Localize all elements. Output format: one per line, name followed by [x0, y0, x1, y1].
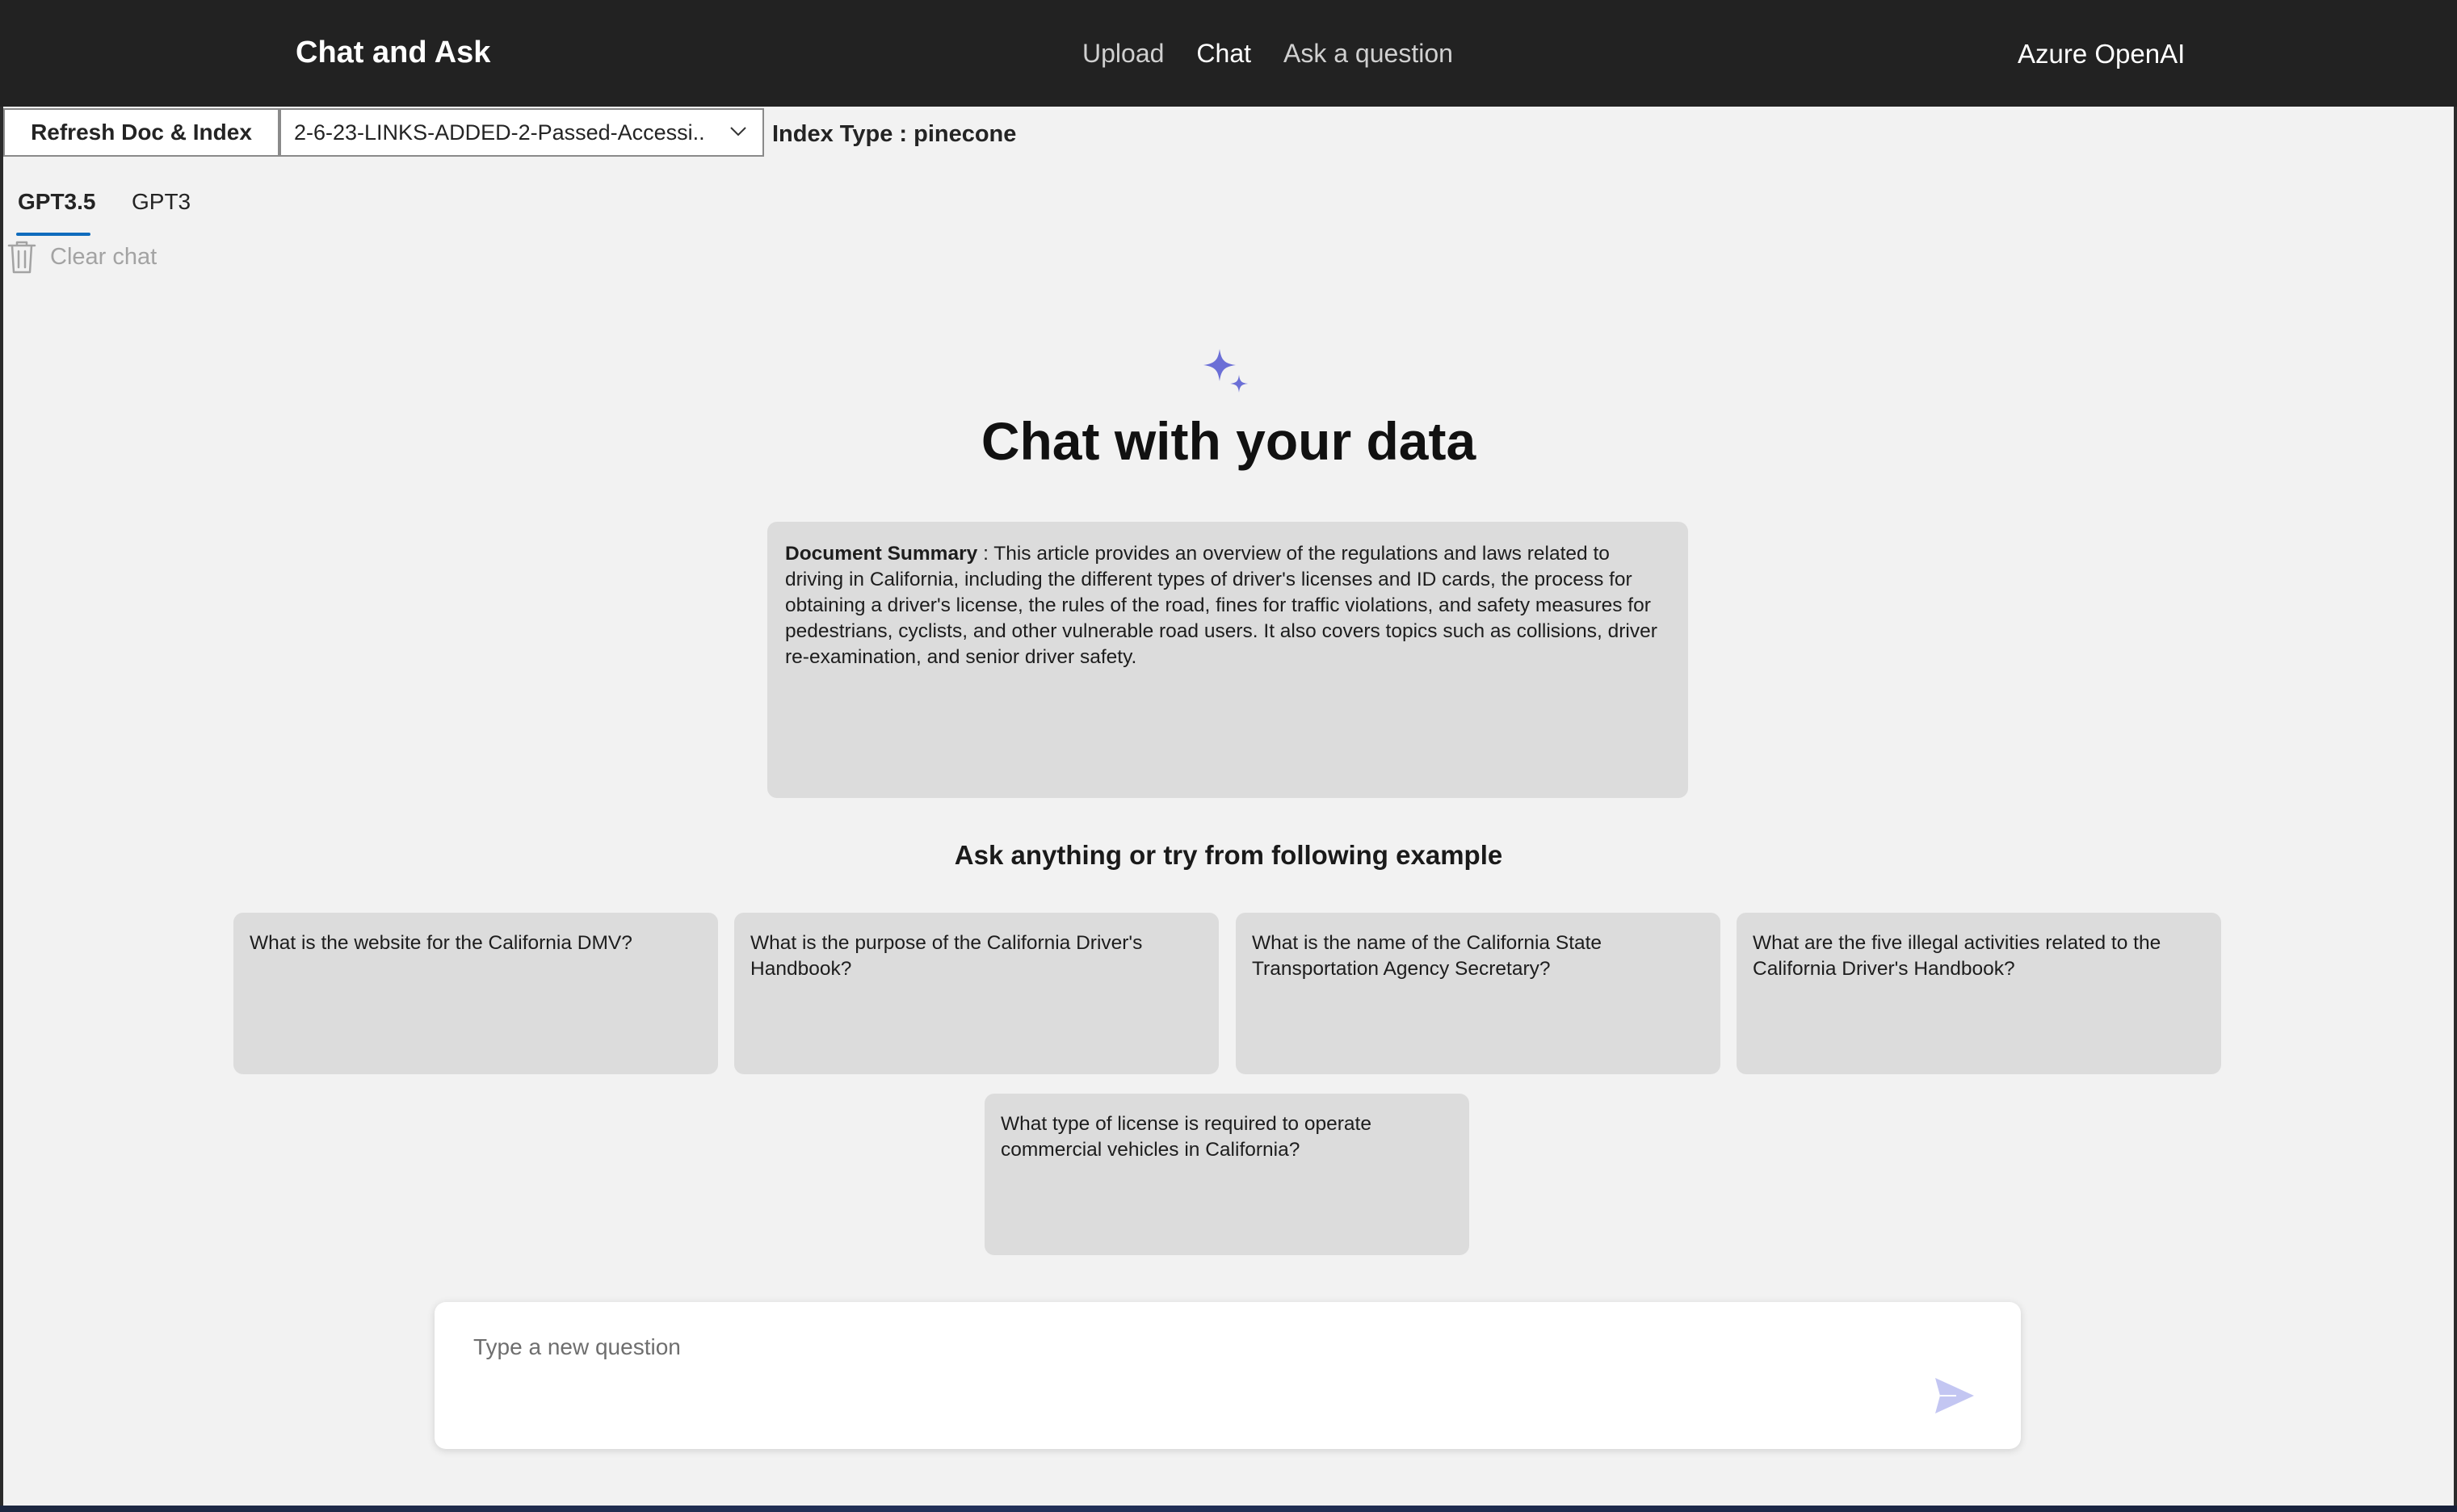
azure-openai-label: Azure OpenAI — [2018, 39, 2186, 69]
question-input[interactable] — [472, 1326, 1848, 1368]
clear-chat-label: Clear chat — [50, 243, 158, 270]
tab-gpt35[interactable]: GPT3.5 — [18, 189, 95, 215]
nav-ask-question[interactable]: Ask a question — [1283, 39, 1453, 69]
example-question-card[interactable]: What type of license is required to oper… — [985, 1094, 1469, 1255]
chevron-down-icon — [730, 127, 746, 136]
refresh-doc-index-button[interactable]: Refresh Doc & Index — [3, 108, 279, 157]
clear-chat-button[interactable]: Clear chat — [6, 239, 157, 275]
document-selected-value: 2-6-23-LINKS-ADDED-2-Passed-Accessi... — [294, 120, 706, 145]
index-type-label: Index Type : pinecone — [772, 121, 1017, 147]
nav-upload[interactable]: Upload — [1082, 39, 1164, 69]
nav-chat[interactable]: Chat — [1196, 39, 1251, 69]
summary-separator: : — [977, 543, 994, 565]
examples-heading: Ask anything or try from following examp… — [954, 840, 1503, 870]
document-dropdown[interactable]: 2-6-23-LINKS-ADDED-2-Passed-Accessi... — [279, 108, 764, 157]
tab-gpt3[interactable]: GPT3 — [132, 189, 191, 215]
example-question-card[interactable]: What is the website for the California D… — [233, 913, 718, 1074]
send-icon[interactable] — [1932, 1373, 1977, 1418]
tab-selected-indicator — [16, 233, 90, 236]
example-question-card[interactable]: What are the five illegal activities rel… — [1737, 913, 2221, 1074]
page-title: Chat with your data — [981, 411, 1476, 471]
sparkle-icon — [1203, 349, 1248, 393]
main-nav: Upload Chat Ask a question — [1082, 39, 1453, 69]
question-input-container — [435, 1302, 2021, 1449]
app-brand[interactable]: Chat and Ask — [296, 36, 490, 70]
summary-label: Document Summary — [785, 543, 978, 565]
top-navbar: Chat and Ask Upload Chat Ask a question … — [0, 0, 2457, 107]
trash-icon — [7, 241, 36, 274]
example-question-card[interactable]: What is the purpose of the California Dr… — [734, 913, 1219, 1074]
taskbar-edge — [0, 1506, 2457, 1512]
example-question-card[interactable]: What is the name of the California State… — [1236, 913, 1720, 1074]
document-summary-card: Document Summary : This article provides… — [767, 522, 1688, 798]
